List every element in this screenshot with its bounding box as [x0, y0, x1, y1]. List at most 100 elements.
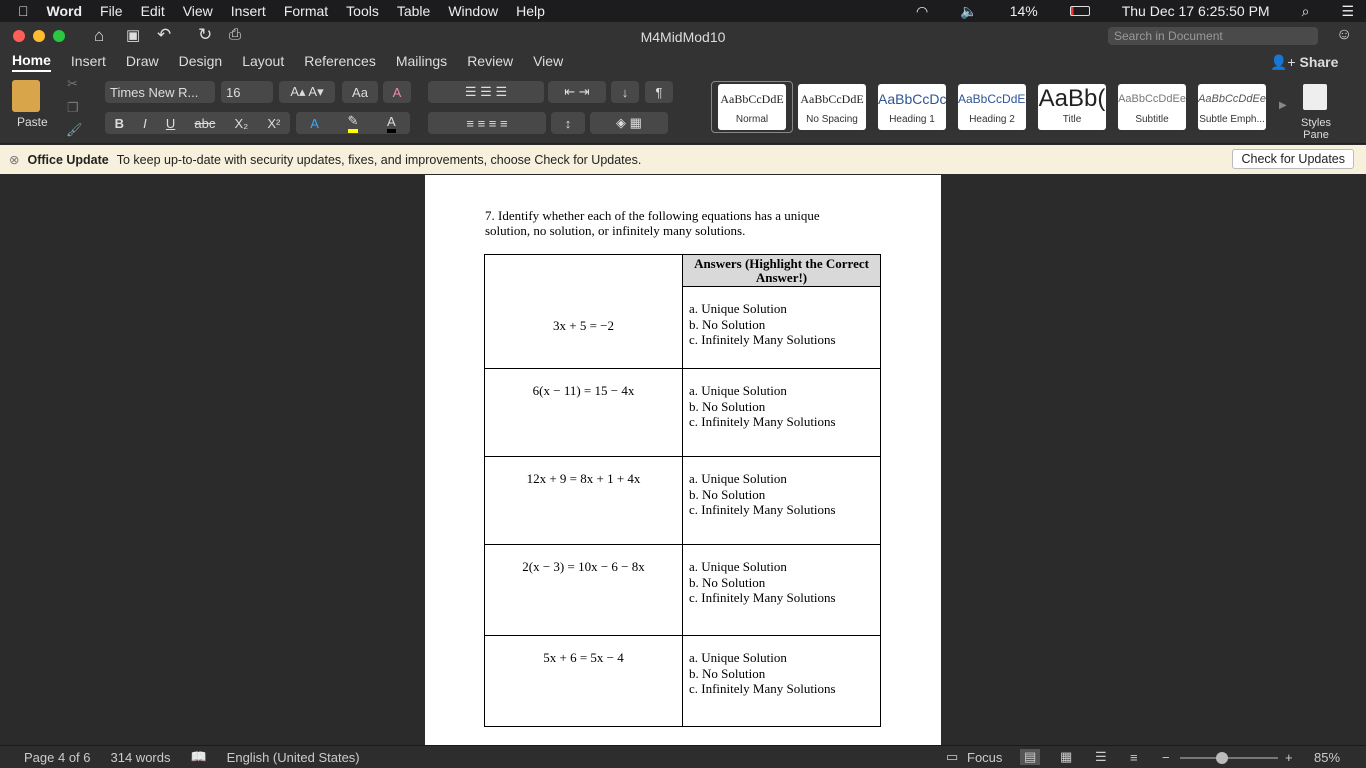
styles-pane-label[interactable]: Styles Pane: [1298, 117, 1334, 141]
tab-design[interactable]: Design: [179, 51, 223, 71]
sort-icon[interactable]: ↓: [611, 81, 639, 103]
check-for-updates-button[interactable]: Check for Updates: [1232, 149, 1354, 169]
option-a[interactable]: a. Unique Solution: [689, 559, 874, 575]
print-layout-icon[interactable]: ▤: [1020, 749, 1041, 765]
option-c[interactable]: c. Infinitely Many Solutions: [689, 332, 874, 348]
option-a[interactable]: a. Unique Solution: [689, 383, 874, 399]
control-center-icon[interactable]: ☰: [1341, 3, 1354, 20]
option-b[interactable]: b. No Solution: [689, 317, 874, 333]
option-a[interactable]: a. Unique Solution: [689, 301, 874, 317]
tab-review[interactable]: Review: [467, 51, 513, 71]
tab-draw[interactable]: Draw: [126, 51, 159, 71]
superscript-icon[interactable]: X²: [267, 116, 280, 131]
search-input[interactable]: Search in Document: [1108, 27, 1318, 45]
text-effects-icon[interactable]: A: [310, 116, 319, 131]
change-case-icon[interactable]: Aa: [342, 81, 378, 103]
draft-icon[interactable]: ≡: [1130, 750, 1138, 765]
tab-view[interactable]: View: [533, 51, 563, 71]
bold-icon[interactable]: B: [115, 116, 124, 131]
battery-percent[interactable]: 14%: [1010, 3, 1038, 19]
style-heading-2[interactable]: AaBbCcDdEe Heading 2: [958, 84, 1026, 130]
document-page[interactable]: 7. Identify whether each of the followin…: [425, 175, 941, 745]
menu-edit[interactable]: Edit: [141, 3, 165, 19]
grow-shrink-font-icon[interactable]: A▴ A▾: [279, 81, 335, 103]
apple-icon[interactable]: : [18, 3, 29, 19]
option-b[interactable]: b. No Solution: [689, 487, 874, 503]
focus-icon[interactable]: ▭: [946, 749, 958, 765]
tab-layout[interactable]: Layout: [242, 51, 284, 71]
tab-mailings[interactable]: Mailings: [396, 51, 447, 71]
option-a[interactable]: a. Unique Solution: [689, 471, 874, 487]
style-normal[interactable]: AaBbCcDdE Normal: [718, 84, 786, 130]
subscript-icon[interactable]: X₂: [235, 116, 249, 131]
proofing-icon[interactable]: 📖: [190, 749, 206, 765]
styles-next-icon[interactable]: ▶: [1279, 100, 1287, 111]
menu-help[interactable]: Help: [516, 3, 545, 19]
cut-icon[interactable]: ✂: [67, 76, 78, 92]
menu-file[interactable]: File: [100, 3, 123, 19]
clock[interactable]: Thu Dec 17 6:25:50 PM: [1122, 3, 1270, 19]
outline-icon[interactable]: ☰: [1095, 749, 1107, 765]
style-title[interactable]: AaBb(Title: [1038, 84, 1106, 130]
line-spacing-icon[interactable]: ↕: [551, 112, 585, 134]
share-button[interactable]: 👤+ Share: [1270, 52, 1338, 73]
paste-icon[interactable]: [12, 80, 40, 112]
zoom-slider-thumb[interactable]: [1216, 752, 1228, 764]
strikethrough-icon[interactable]: abc: [194, 116, 215, 131]
styles-pane-icon[interactable]: [1303, 84, 1327, 110]
battery-icon[interactable]: [1069, 6, 1090, 16]
option-b[interactable]: b. No Solution: [689, 666, 874, 682]
copy-icon[interactable]: ❐: [67, 100, 79, 116]
menu-insert[interactable]: Insert: [231, 3, 266, 19]
close-update-icon[interactable]: ⊗: [9, 152, 19, 167]
option-a[interactable]: a. Unique Solution: [689, 650, 874, 666]
list-buttons-icon[interactable]: ☰ ☰ ☰: [428, 81, 544, 103]
style-subtle-emphasis[interactable]: AaBbCcDdEe Subtle Emph...: [1198, 84, 1266, 130]
italic-icon[interactable]: I: [143, 116, 147, 131]
tab-home[interactable]: Home: [12, 50, 51, 73]
wifi-icon[interactable]: ◠: [916, 3, 928, 20]
shading-borders-icon[interactable]: ◈ ▦: [590, 112, 668, 134]
volume-icon[interactable]: 🔈: [960, 3, 977, 20]
style-label: Heading 1: [889, 114, 935, 125]
clear-formatting-icon[interactable]: A: [383, 81, 411, 103]
menu-window[interactable]: Window: [448, 3, 498, 19]
paste-label[interactable]: Paste: [17, 115, 48, 129]
style-heading-1[interactable]: AaBbCcDc Heading 1: [878, 84, 946, 130]
underline-icon[interactable]: U: [166, 116, 175, 131]
indent-buttons-icon[interactable]: ⇤ ⇥: [548, 81, 606, 103]
highlight-icon[interactable]: ✎: [347, 113, 359, 133]
zoom-out-button[interactable]: −: [1162, 750, 1170, 765]
language[interactable]: English (United States): [227, 750, 360, 765]
menu-app[interactable]: Word: [47, 3, 83, 19]
web-layout-icon[interactable]: ▦: [1060, 749, 1072, 765]
style-subtitle[interactable]: AaBbCcDdEe Subtitle: [1118, 84, 1186, 130]
menu-format[interactable]: Format: [284, 3, 328, 19]
option-b[interactable]: b. No Solution: [689, 575, 874, 591]
format-painter-icon[interactable]: 🖌: [66, 122, 83, 138]
option-c[interactable]: c. Infinitely Many Solutions: [689, 414, 874, 430]
option-c[interactable]: c. Infinitely Many Solutions: [689, 590, 874, 606]
focus-button[interactable]: Focus: [967, 750, 1002, 765]
word-count[interactable]: 314 words: [111, 750, 171, 765]
menu-tools[interactable]: Tools: [346, 3, 379, 19]
alignment-buttons-icon[interactable]: ≡ ≡ ≡ ≡: [428, 112, 546, 134]
option-c[interactable]: c. Infinitely Many Solutions: [689, 502, 874, 518]
zoom-in-button[interactable]: +: [1285, 750, 1293, 765]
font-name-select[interactable]: Times New R...: [105, 81, 215, 103]
zoom-slider[interactable]: [1180, 752, 1278, 764]
show-formatting-icon[interactable]: ¶: [645, 81, 673, 103]
option-c[interactable]: c. Infinitely Many Solutions: [689, 681, 874, 697]
spotlight-icon[interactable]: ⌕: [1302, 3, 1310, 20]
zoom-level[interactable]: 85%: [1314, 750, 1340, 765]
style-no-spacing[interactable]: AaBbCcDdE No Spacing: [798, 84, 866, 130]
menu-view[interactable]: View: [183, 3, 213, 19]
tab-insert[interactable]: Insert: [71, 51, 106, 71]
smiley-feedback-icon[interactable]: ☺: [1336, 26, 1352, 44]
option-b[interactable]: b. No Solution: [689, 399, 874, 415]
font-color-icon[interactable]: A: [387, 114, 396, 133]
menu-table[interactable]: Table: [397, 3, 430, 19]
page-count[interactable]: Page 4 of 6: [24, 750, 91, 765]
font-size-select[interactable]: 16: [221, 81, 273, 103]
tab-references[interactable]: References: [304, 51, 376, 71]
